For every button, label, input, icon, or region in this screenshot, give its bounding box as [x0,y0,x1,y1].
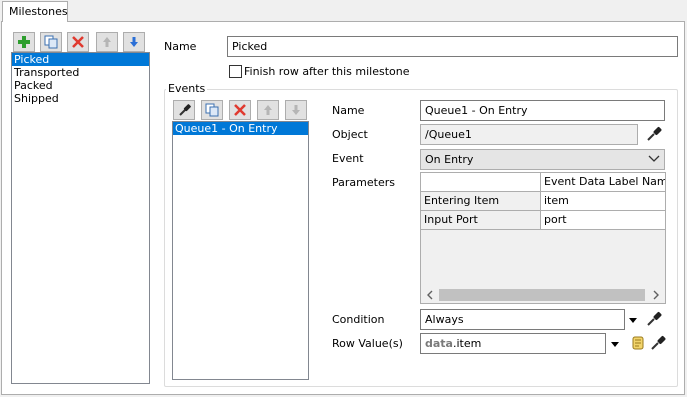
condition-dropdown-arrow-icon[interactable] [629,318,637,323]
delete-milestone-button[interactable] [67,32,89,52]
add-milestone-button[interactable] [13,32,35,52]
script-icon[interactable] [630,335,646,351]
row-value-text: .item [452,337,482,350]
scroll-right-icon[interactable] [651,290,661,300]
condition-input[interactable]: Always [420,309,625,330]
move-up-event-button[interactable] [257,100,279,120]
table-row-header: Input Port [421,211,541,230]
delete-event-button[interactable] [229,100,251,120]
condition-label: Condition [332,313,385,326]
delete-icon [234,104,246,116]
arrow-up-icon [103,37,111,47]
arrow-down-icon [130,37,138,47]
row-value-keyword: data [425,337,453,350]
finish-row-checkbox[interactable] [229,65,242,78]
arrow-down-icon [292,105,300,115]
event-item[interactable]: Queue1 - On Entry [173,122,308,135]
milestone-item-transported[interactable]: Transported [12,66,149,79]
event-sampler-button[interactable] [173,100,195,120]
chevron-down-icon [648,154,660,164]
copy-icon [44,35,58,49]
milestone-item-shipped[interactable]: Shipped [12,92,149,105]
move-down-milestone-button[interactable] [123,32,145,52]
table-column-header[interactable]: Event Data Label Name [541,173,665,192]
duplicate-milestone-button[interactable] [40,32,62,52]
table-corner [421,173,541,192]
table-cell[interactable]: port [541,211,665,230]
name-label: Name [164,40,197,53]
row-value-dropdown-arrow-icon[interactable] [611,342,619,347]
milestone-item-packed[interactable]: Packed [12,79,149,92]
event-dropdown-value: On Entry [425,153,474,166]
event-dropdown[interactable]: On Entry [420,149,665,170]
parameters-table[interactable]: Event Data Label Name Entering Item item… [420,172,666,304]
tab-milestones-label: Milestones [9,5,68,18]
object-field[interactable]: /Queue1 [420,124,638,145]
event-name-input[interactable]: Queue1 - On Entry [420,100,665,121]
name-input[interactable]: Picked [227,36,678,57]
scrollbar-thumb[interactable] [439,289,645,301]
row-value-sampler-icon[interactable] [650,335,666,351]
milestone-list[interactable]: Picked Transported Packed Shipped [11,52,150,384]
object-sampler-icon[interactable] [646,126,662,142]
object-label: Object [332,128,368,141]
event-label: Event [332,152,364,165]
parameters-label: Parameters [332,176,395,189]
delete-icon [72,36,84,48]
row-value-input[interactable]: data.item [420,333,606,354]
arrow-up-icon [264,105,272,115]
event-name-label: Name [332,104,365,117]
milestone-item-picked[interactable]: Picked [12,53,149,66]
tab-milestones[interactable]: Milestones [2,1,68,22]
duplicate-event-button[interactable] [201,100,223,120]
finish-row-label: Finish row after this milestone [244,65,410,78]
row-value-label: Row Value(s) [332,337,403,350]
events-group-label: Events [166,82,208,95]
scroll-left-icon[interactable] [425,290,435,300]
eyedropper-icon [179,104,191,116]
move-down-event-button[interactable] [285,100,307,120]
event-list[interactable]: Queue1 - On Entry [172,121,309,380]
table-row-header: Entering Item [421,192,541,211]
copy-icon [205,103,219,117]
table-cell[interactable]: item [541,192,665,211]
condition-sampler-icon[interactable] [646,311,662,327]
plus-icon [18,36,30,48]
move-up-milestone-button[interactable] [96,32,118,52]
